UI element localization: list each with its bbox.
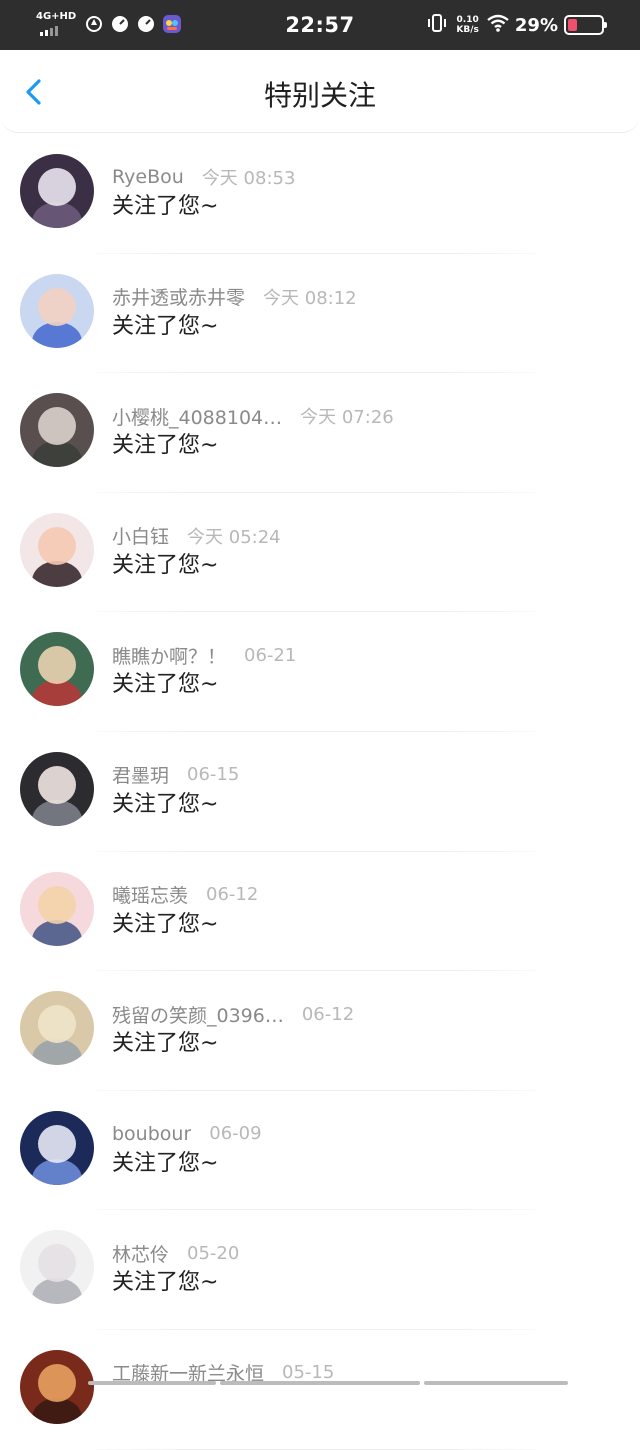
- follow-message: 关注了您~: [112, 1149, 218, 1179]
- name-row: 小樱桃_4088104… 今天 07:26: [112, 403, 394, 429]
- timestamp: 06-15: [187, 764, 239, 785]
- wifi-icon: [487, 14, 509, 36]
- user-name[interactable]: 小樱桃_4088104…: [112, 403, 282, 430]
- avatar[interactable]: [20, 274, 94, 348]
- avatar[interactable]: [20, 154, 94, 228]
- follow-message: 关注了您~: [112, 1029, 218, 1059]
- timestamp: 06-09: [209, 1123, 261, 1144]
- user-name[interactable]: 君墨玥: [112, 761, 169, 788]
- network-speed-value: 0.10: [457, 15, 479, 25]
- name-row: 曦瑶忘羡 06-12: [112, 882, 258, 908]
- name-row: 赤井透或赤井零今天 08:12: [112, 284, 357, 310]
- list-item[interactable]: 林芯伶 05-20 关注了您~: [0, 1210, 640, 1330]
- name-row: 林芯伶 05-20: [112, 1240, 239, 1266]
- name-row: 瞧瞧か啊？！ 06-21: [112, 642, 296, 668]
- user-name[interactable]: 小白钰: [112, 522, 169, 549]
- list-item[interactable]: 君墨玥 06-15 关注了您~: [0, 732, 640, 852]
- list-item[interactable]: boubour 06-09 关注了您~: [0, 1091, 640, 1211]
- follow-message: 关注了您~: [112, 192, 218, 222]
- timestamp: 06-12: [206, 884, 258, 905]
- follow-list: RyeBou今天 08:53关注了您~赤井透或赤井零今天 08:12关注了您~小…: [0, 134, 640, 1450]
- timestamp: 今天 08:12: [263, 284, 357, 310]
- follow-message: 关注了您~: [112, 551, 218, 581]
- avatar[interactable]: [20, 1230, 94, 1304]
- timestamp: 06-21: [244, 645, 296, 666]
- divider: [96, 1449, 536, 1450]
- avatar[interactable]: [20, 632, 94, 706]
- user-name[interactable]: 曦瑶忘羡: [112, 881, 188, 908]
- follow-message: 关注了您~: [112, 790, 218, 820]
- bottom-indicator: [0, 1381, 640, 1385]
- avatar[interactable]: [20, 991, 94, 1065]
- avatar[interactable]: [20, 1111, 94, 1185]
- timestamp: 06-12: [302, 1004, 354, 1025]
- name-row: 残留の笑颜_0396… 06-12: [112, 1001, 354, 1027]
- battery-icon: [564, 15, 604, 35]
- user-name[interactable]: 瞧瞧か啊？！: [112, 642, 226, 669]
- user-name[interactable]: boubour: [112, 1123, 191, 1145]
- list-item[interactable]: 工藤新一新兰永恒05-15: [0, 1330, 640, 1450]
- battery-percent: 29%: [515, 15, 558, 36]
- timestamp: 今天 08:53: [202, 164, 296, 190]
- avatar[interactable]: [20, 393, 94, 467]
- timestamp: 今天 07:26: [300, 403, 394, 429]
- battery-level: [568, 19, 577, 31]
- name-row: 君墨玥 06-15: [112, 762, 239, 788]
- avatar[interactable]: [20, 752, 94, 826]
- list-item[interactable]: RyeBou 今天 08:53关注了您~: [0, 134, 640, 254]
- timestamp: 今天 05:24: [187, 523, 281, 549]
- avatar[interactable]: [20, 513, 94, 587]
- user-name[interactable]: 赤井透或赤井零: [112, 283, 245, 310]
- vibrate-icon: [426, 13, 448, 37]
- avatar[interactable]: [20, 872, 94, 946]
- status-bar: 4G+HD 22:57 0.10 KB/s: [0, 0, 640, 50]
- user-name[interactable]: 林芯伶: [112, 1240, 169, 1267]
- name-row: boubour 06-09: [112, 1121, 262, 1147]
- follow-message: 关注了您~: [112, 312, 218, 342]
- name-row: 小白钰今天 05:24: [112, 523, 281, 549]
- list-item[interactable]: 小樱桃_4088104… 今天 07:26 关注了您~: [0, 373, 640, 493]
- list-item[interactable]: 小白钰今天 05:24关注了您~: [0, 493, 640, 613]
- follow-message: 关注了您~: [112, 1268, 218, 1298]
- timestamp: 05-20: [187, 1243, 239, 1264]
- list-item[interactable]: 赤井透或赤井零今天 08:12关注了您~: [0, 254, 640, 374]
- page-header: 特别关注: [0, 50, 640, 133]
- name-row: RyeBou 今天 08:53: [112, 164, 295, 190]
- follow-message: 关注了您~: [112, 910, 218, 940]
- user-name[interactable]: RyeBou: [112, 166, 184, 188]
- page-title: 特别关注: [0, 78, 640, 114]
- follow-message: 关注了您~: [112, 431, 218, 461]
- list-item[interactable]: 瞧瞧か啊？！ 06-21 关注了您~: [0, 612, 640, 732]
- network-speed: 0.10 KB/s: [456, 15, 478, 35]
- user-name[interactable]: 残留の笑颜_0396…: [112, 1001, 284, 1028]
- follow-message: 关注了您~: [112, 670, 218, 700]
- list-item[interactable]: 曦瑶忘羡 06-12 关注了您~: [0, 852, 640, 972]
- status-right: 0.10 KB/s 29%: [426, 10, 604, 40]
- list-item[interactable]: 残留の笑颜_0396… 06-12 关注了您~: [0, 971, 640, 1091]
- network-speed-unit: KB/s: [456, 25, 478, 35]
